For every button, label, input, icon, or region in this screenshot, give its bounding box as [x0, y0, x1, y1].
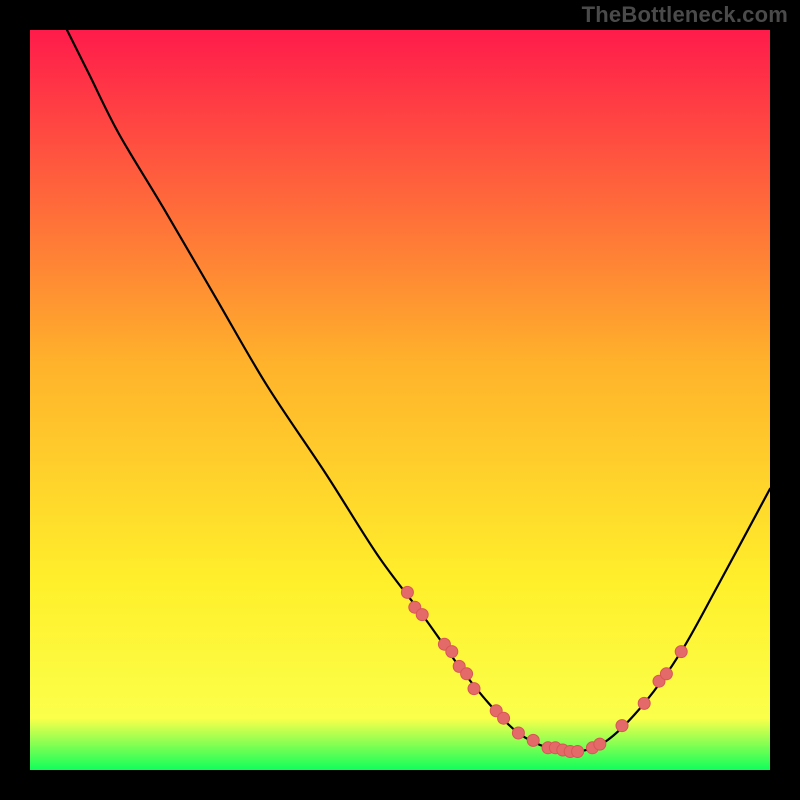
chart-frame: TheBottleneck.com [0, 0, 800, 800]
data-point [461, 668, 473, 680]
data-point [527, 734, 539, 746]
data-point [594, 738, 606, 750]
data-point [572, 746, 584, 758]
data-point [498, 712, 510, 724]
data-point [512, 727, 524, 739]
data-point [675, 646, 687, 658]
data-point [638, 697, 650, 709]
plot-background [30, 30, 770, 770]
data-point [660, 668, 672, 680]
bottleneck-chart [30, 30, 770, 770]
data-point [446, 646, 458, 658]
watermark-text: TheBottleneck.com [582, 2, 788, 28]
data-point [468, 683, 480, 695]
data-point [616, 720, 628, 732]
data-point [401, 586, 413, 598]
data-point [416, 609, 428, 621]
